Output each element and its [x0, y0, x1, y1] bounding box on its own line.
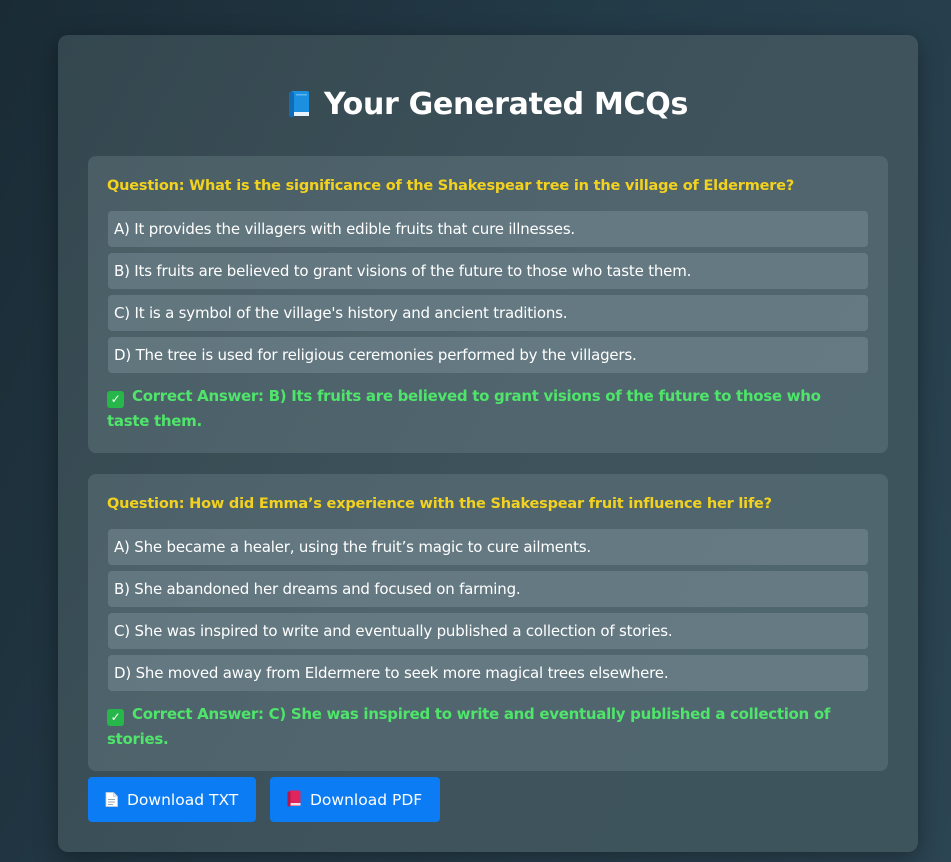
- download-txt-button[interactable]: Download TXT: [88, 777, 256, 822]
- question-text: Question: How did Emma’s experience with…: [107, 496, 772, 512]
- page-title: Your Generated MCQs: [58, 87, 918, 122]
- option-b: B) Its fruits are believed to grant visi…: [108, 253, 868, 289]
- correct-answer-text: Correct Answer: B) Its fruits are believ…: [107, 387, 821, 430]
- download-pdf-label: Download PDF: [310, 791, 423, 809]
- option-a: A) She became a healer, using the fruit’…: [108, 529, 868, 565]
- option-d: D) She moved away from Eldermere to seek…: [108, 655, 868, 691]
- question-block-2: Question: How did Emma’s experience with…: [88, 474, 888, 771]
- download-txt-label: Download TXT: [127, 791, 239, 809]
- option-b: B) She abandoned her dreams and focused …: [108, 571, 868, 607]
- question-text: Question: What is the significance of th…: [107, 178, 795, 194]
- correct-answer: ✓ Correct Answer: C) She was inspired to …: [107, 702, 867, 752]
- correct-answer: ✓ Correct Answer: B) Its fruits are belie…: [107, 384, 867, 434]
- mcq-card: Your Generated MCQs Question: What is th…: [58, 35, 918, 852]
- closed-book-icon: [287, 780, 301, 825]
- page-facing-up-icon: [105, 780, 118, 825]
- correct-answer-text: Correct Answer: C) She was inspired to w…: [107, 705, 831, 748]
- option-c: C) She was inspired to write and eventua…: [108, 613, 868, 649]
- download-pdf-button[interactable]: Download PDF: [270, 777, 440, 822]
- question-block-1: Question: What is the significance of th…: [88, 156, 888, 453]
- option-a: A) It provides the villagers with edible…: [108, 211, 868, 247]
- option-d: D) The tree is used for religious ceremo…: [108, 337, 868, 373]
- check-mark-icon: ✓: [107, 391, 124, 408]
- page-title-text: Your Generated MCQs: [323, 87, 689, 122]
- check-mark-icon: ✓: [107, 709, 124, 726]
- option-c: C) It is a symbol of the village's histo…: [108, 295, 868, 331]
- blue-book-icon: [288, 90, 310, 118]
